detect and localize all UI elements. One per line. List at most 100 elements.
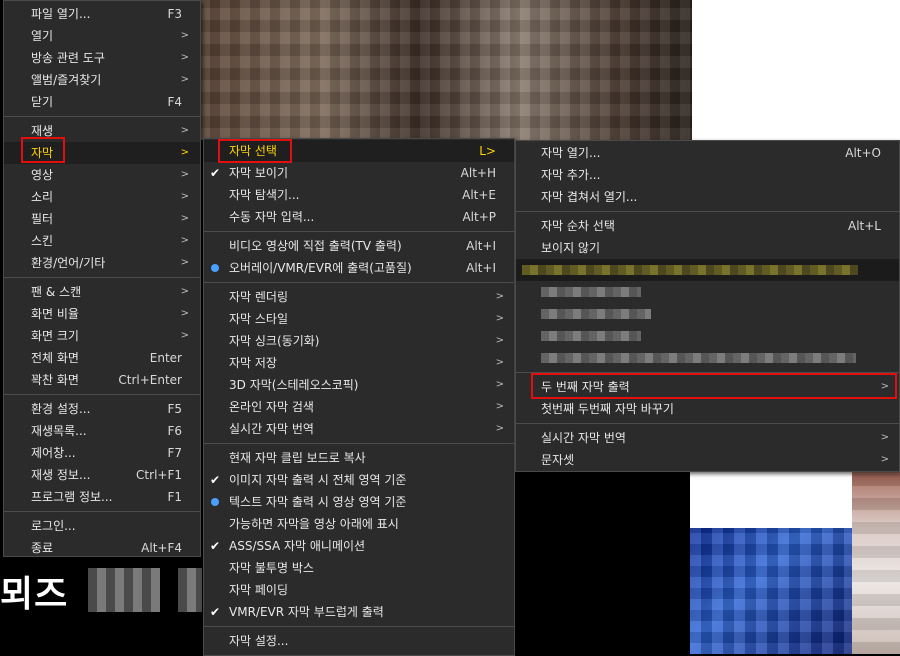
submenu-arrow-icon: >: [495, 357, 504, 368]
menu-item-overlay-open[interactable]: 자막 겹쳐서 열기...: [516, 186, 899, 208]
menu-item-subtitle-settings[interactable]: 자막 설정...: [204, 630, 514, 652]
menu-item-video[interactable]: 영상 >: [4, 164, 200, 186]
video-frame-blue: [690, 528, 855, 654]
menu-item-screen-size[interactable]: 화면 크기 >: [4, 325, 200, 347]
menu-item-below-video[interactable]: 가능하면 자막을 영상 아래에 표시: [204, 513, 514, 535]
submenu-arrow-icon: >: [180, 235, 189, 246]
submenu-arrow-icon: >: [180, 169, 189, 180]
menu-item-aspect-ratio[interactable]: 화면 비율 >: [4, 303, 200, 325]
video-frame-top: [200, 0, 692, 140]
submenu-arrow-icon: >: [180, 147, 189, 158]
menu-item-program-info[interactable]: 프로그램 정보... F1: [4, 486, 200, 508]
menu-item-smooth-output[interactable]: ✔ VMR/EVR 자막 부드럽게 출력: [204, 601, 514, 623]
menu-item-text-video-area[interactable]: 텍스트 자막 출력 시 영상 영역 기준: [204, 491, 514, 513]
menu-item-broadcast-tools[interactable]: 방송 관련 도구 >: [4, 47, 200, 69]
submenu-arrow-icon: >: [180, 30, 189, 41]
menu-item-playback[interactable]: 재생 >: [4, 120, 200, 142]
menu-item-subtitle-explorer[interactable]: 자막 탐색기... Alt+E: [204, 184, 514, 206]
checkmark-icon: ✔: [209, 605, 221, 619]
main-context-menu: 파일 열기... F3 열기 > 방송 관련 도구 > 앨범/즐겨찾기 > 닫기 F4 재…: [3, 0, 201, 557]
menu-item-subtitle-sync[interactable]: 자막 싱크(동기화) >: [204, 330, 514, 352]
submenu-arrow-icon: >: [495, 291, 504, 302]
submenu-arrow-icon: >: [180, 74, 189, 85]
checkmark-icon: ✔: [209, 166, 221, 180]
submenu-arrow-icon: >: [180, 330, 189, 341]
menu-separator: [4, 116, 200, 117]
menu-item-open-subtitle[interactable]: 자막 열기... Alt+O: [516, 142, 899, 164]
menu-item-preferences[interactable]: 환경 설정... F5: [4, 398, 200, 420]
subtitle-file-item-redacted[interactable]: [516, 303, 899, 325]
menu-item-direct-output[interactable]: 비디오 영상에 직접 출력(TV 출력) Alt+I: [204, 235, 514, 257]
menu-item-image-full-area[interactable]: ✔ 이미지 자막 출력 시 전체 영역 기준: [204, 469, 514, 491]
submenu-arrow-icon: >: [180, 308, 189, 319]
menu-item-subtitle-rendering[interactable]: 자막 렌더링 >: [204, 286, 514, 308]
menu-item-sequential-select[interactable]: 자막 순차 선택 Alt+L: [516, 215, 899, 237]
radio-selected-icon: [211, 264, 219, 272]
menu-item-open[interactable]: 열기 >: [4, 25, 200, 47]
subtitle-file-item-redacted[interactable]: [516, 347, 899, 369]
menu-item-playlist[interactable]: 재생목록... F6: [4, 420, 200, 442]
menu-item-opaque-box[interactable]: 자막 불투명 박스: [204, 557, 514, 579]
menu-item-second-subtitle[interactable]: 두 번째 자막 출력 >: [516, 376, 899, 398]
subtitle-file-item-redacted[interactable]: [516, 281, 899, 303]
menu-item-open-file[interactable]: 파일 열기... F3: [4, 3, 200, 25]
menu-item-ass-animation[interactable]: ✔ ASS/SSA 자막 애니메이션: [204, 535, 514, 557]
menu-item-pan-scan[interactable]: 팬 & 스캔 >: [4, 281, 200, 303]
video-frame-white: [692, 0, 900, 140]
menu-item-manual-subtitle[interactable]: 수동 자막 입력... Alt+P: [204, 206, 514, 228]
menu-separator: [516, 211, 899, 212]
menu-item-sound[interactable]: 소리 >: [4, 186, 200, 208]
menu-item-copy-clipboard[interactable]: 현재 자막 클립 보드로 복사: [204, 447, 514, 469]
menu-item-hide[interactable]: 보이지 않기: [516, 237, 899, 259]
subtitle-file-item-redacted[interactable]: [516, 259, 899, 281]
menu-item-subtitle-select[interactable]: 자막 선택 L>: [204, 140, 514, 162]
menu-separator: [516, 423, 899, 424]
menu-separator: [4, 277, 200, 278]
menu-item-fill-screen[interactable]: 꽉찬 화면 Ctrl+Enter: [4, 369, 200, 391]
menu-item-subtitle-style[interactable]: 자막 스타일 >: [204, 308, 514, 330]
censored-caption-block: [178, 568, 202, 612]
menu-item-charset[interactable]: 문자셋 >: [516, 449, 899, 471]
menu-item-show-subtitle[interactable]: ✔ 자막 보이기 Alt+H: [204, 162, 514, 184]
menu-item-overlay-output[interactable]: 오버레이/VMR/EVR에 출력(고품질) Alt+I: [204, 257, 514, 279]
menu-item-close[interactable]: 닫기 F4: [4, 91, 200, 113]
menu-item-environment[interactable]: 환경/언어/기타 >: [4, 252, 200, 274]
menu-item-album-favorites[interactable]: 앨범/즐겨찾기 >: [4, 69, 200, 91]
menu-item-fullscreen[interactable]: 전체 화면 Enter: [4, 347, 200, 369]
menu-separator: [204, 443, 514, 444]
menu-item-playback-info[interactable]: 재생 정보... Ctrl+F1: [4, 464, 200, 486]
video-caption-text: 뫼즈: [0, 574, 69, 615]
submenu-arrow-icon: >: [880, 454, 889, 465]
menu-item-realtime-translation-2[interactable]: 실시간 자막 번역 >: [516, 427, 899, 449]
menu-item-realtime-translation[interactable]: 실시간 자막 번역 >: [204, 418, 514, 440]
menu-separator: [516, 372, 899, 373]
menu-item-add-subtitle[interactable]: 자막 추가...: [516, 164, 899, 186]
video-frame-person: [852, 470, 900, 654]
submenu-arrow-icon: >: [880, 432, 889, 443]
menu-item-3d-subtitle[interactable]: 3D 자막(스테레오스코픽) >: [204, 374, 514, 396]
menu-item-subtitle-fading[interactable]: 자막 페이딩: [204, 579, 514, 601]
menu-item-subtitle-save[interactable]: 자막 저장 >: [204, 352, 514, 374]
submenu-arrow-icon: >: [495, 379, 504, 390]
menu-item-login[interactable]: 로그인...: [4, 515, 200, 537]
submenu-arrow-icon: >: [495, 313, 504, 324]
submenu-arrow-icon: >: [180, 125, 189, 136]
menu-separator: [4, 394, 200, 395]
menu-separator: [4, 511, 200, 512]
submenu-arrow-icon: >: [180, 52, 189, 63]
submenu-arrow-icon: >: [180, 257, 189, 268]
subtitle-file-item-redacted[interactable]: [516, 325, 899, 347]
submenu-arrow-icon: >: [180, 286, 189, 297]
menu-item-control-panel[interactable]: 제어창... F7: [4, 442, 200, 464]
menu-item-filter[interactable]: 필터 >: [4, 208, 200, 230]
menu-item-online-subtitle-search[interactable]: 온라인 자막 검색 >: [204, 396, 514, 418]
menu-item-exit[interactable]: 종료 Alt+F4: [4, 537, 200, 559]
checkmark-icon: ✔: [209, 473, 221, 487]
menu-item-swap-subtitles[interactable]: 첫번째 두번째 자막 바꾸기: [516, 398, 899, 420]
submenu-arrow-icon: >: [495, 423, 504, 434]
menu-item-skin[interactable]: 스킨 >: [4, 230, 200, 252]
submenu-arrow-icon: >: [880, 381, 889, 392]
submenu-arrow-icon: >: [495, 401, 504, 412]
menu-item-subtitle[interactable]: 자막 >: [4, 142, 200, 164]
menu-separator: [204, 282, 514, 283]
